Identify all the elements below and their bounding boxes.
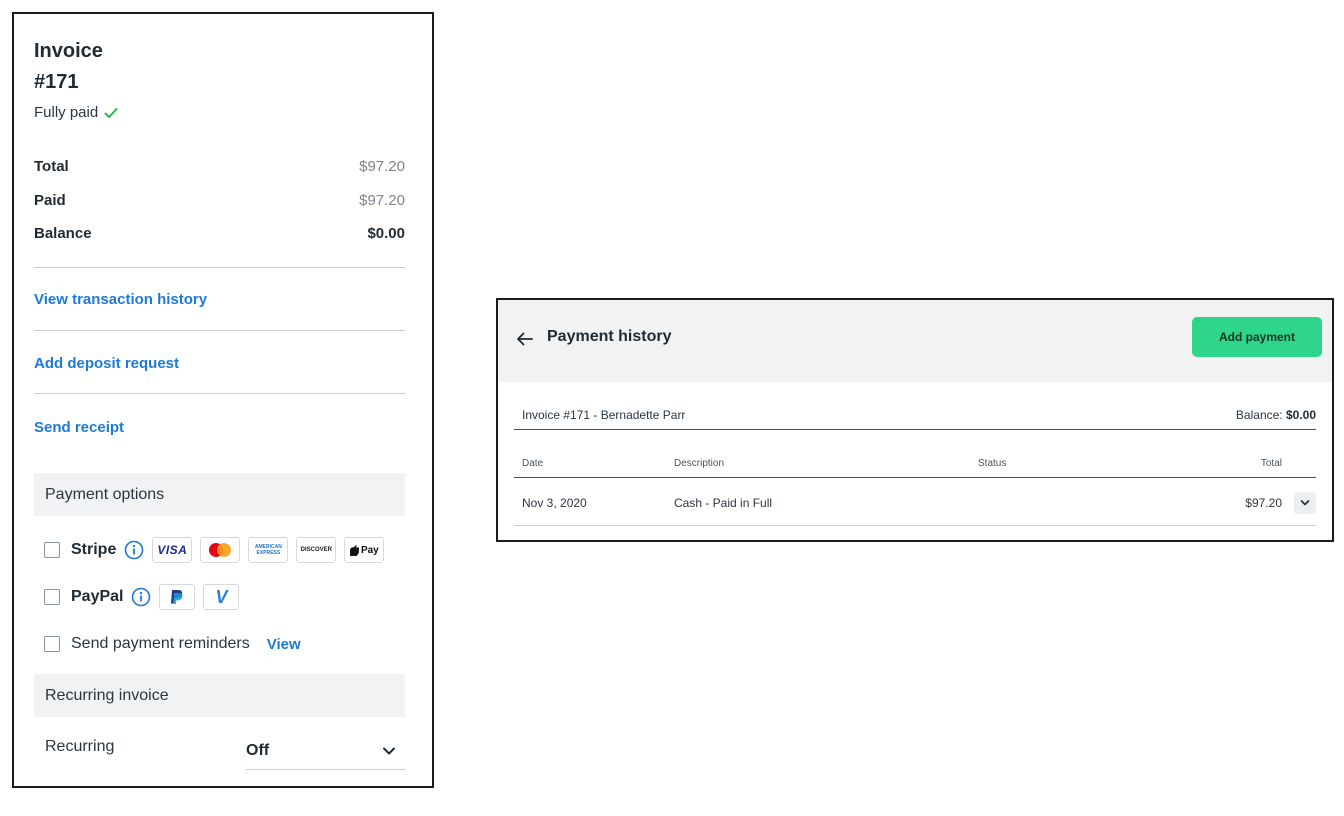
divider <box>34 267 405 268</box>
invoice-status: Fully paid <box>34 104 119 121</box>
summary-row-paid: Paid $97.20 <box>34 192 405 209</box>
recurring-invoice-heading: Recurring invoice <box>34 674 405 717</box>
payment-reminders-option: Send payment reminders View <box>44 635 301 653</box>
stripe-checkbox[interactable] <box>44 542 60 558</box>
row-total: $97.20 <box>1245 496 1282 510</box>
summary-label: Balance <box>34 225 92 242</box>
divider <box>34 393 405 394</box>
summary-value: $97.20 <box>359 158 405 175</box>
invoice-number: #171 <box>34 71 79 93</box>
discover-icon: DISCOVER <box>296 537 337 563</box>
chevron-down-icon <box>1300 500 1310 506</box>
summary-value: $97.20 <box>359 192 405 209</box>
venmo-icon: V <box>203 584 240 610</box>
row-expand-button[interactable] <box>1294 492 1316 514</box>
payment-options-heading: Payment options <box>34 473 405 516</box>
apple-logo-icon <box>349 544 359 556</box>
paypal-label: PayPal <box>71 588 124 605</box>
invoice-panel: Invoice #171 Fully paid Total $97.20 Pai… <box>12 12 434 788</box>
balance-label: Balance: <box>1235 408 1283 422</box>
payment-reminders-checkbox[interactable] <box>44 636 60 652</box>
stripe-option: Stripe VISA AMERICAN EXPRESS DISCOVER Pa… <box>44 537 392 563</box>
paypal-option: PayPal V <box>44 584 247 610</box>
table-row[interactable]: Nov 3, 2020 Cash - Paid in Full $97.20 <box>514 482 1316 526</box>
send-receipt-link[interactable]: Send receipt <box>34 419 124 436</box>
summary-label: Paid <box>34 192 66 209</box>
paypal-checkbox[interactable] <box>44 589 60 605</box>
payment-reminders-view-link[interactable]: View <box>267 636 301 653</box>
stripe-label: Stripe <box>71 541 117 558</box>
visa-icon: VISA <box>152 537 193 563</box>
balance-summary: Balance: $0.00 <box>1236 408 1316 422</box>
add-payment-button[interactable]: Add payment <box>1192 317 1322 357</box>
paypal-logo-icon <box>171 590 183 604</box>
apple-pay-icon: Pay <box>344 537 385 563</box>
add-deposit-request-link[interactable]: Add deposit request <box>34 355 179 372</box>
summary-row-total: Total $97.20 <box>34 158 405 175</box>
column-header-date: Date <box>522 458 544 469</box>
recurring-select[interactable]: Off <box>246 732 405 770</box>
summary-label: Total <box>34 158 69 175</box>
invoice-status-text: Fully paid <box>34 104 99 121</box>
invoice-title: Invoice <box>34 40 103 62</box>
recurring-label: Recurring <box>45 738 115 755</box>
amex-icon: AMERICAN EXPRESS <box>248 537 289 563</box>
mastercard-circles-icon <box>209 543 232 557</box>
invoice-reference: Invoice #171 - Bernadette Parr <box>522 408 686 422</box>
summary-value: $0.00 <box>367 225 405 242</box>
payment-history-header: Payment history Add payment <box>498 300 1332 382</box>
mastercard-icon <box>200 537 241 563</box>
balance-value: $0.00 <box>1285 408 1316 422</box>
view-transaction-history-link[interactable]: View transaction history <box>34 291 207 308</box>
payment-history-panel: Payment history Add payment Invoice #171… <box>496 298 1334 542</box>
check-icon <box>104 107 118 118</box>
divider <box>34 330 405 331</box>
table-header: Date Description Status Total <box>514 448 1316 478</box>
column-header-description: Description <box>674 458 725 469</box>
info-icon[interactable] <box>131 587 151 607</box>
column-header-total: Total <box>1260 458 1282 469</box>
paypal-icon <box>159 584 196 610</box>
payment-reminders-label: Send payment reminders <box>71 635 250 652</box>
chevron-down-icon <box>383 747 395 754</box>
apple-pay-label: Pay <box>360 544 379 556</box>
column-header-status: Status <box>978 458 1007 469</box>
row-date: Nov 3, 2020 <box>522 496 587 510</box>
arrow-left-icon[interactable] <box>515 329 535 349</box>
invoice-reference-bar: Invoice #171 - Bernadette Parr Balance: … <box>514 398 1316 430</box>
recurring-value: Off <box>246 741 270 759</box>
summary-row-balance: Balance $0.00 <box>34 225 405 242</box>
payment-history-title: Payment history <box>547 328 672 345</box>
info-icon[interactable] <box>124 540 144 560</box>
row-description: Cash - Paid in Full <box>674 496 773 510</box>
